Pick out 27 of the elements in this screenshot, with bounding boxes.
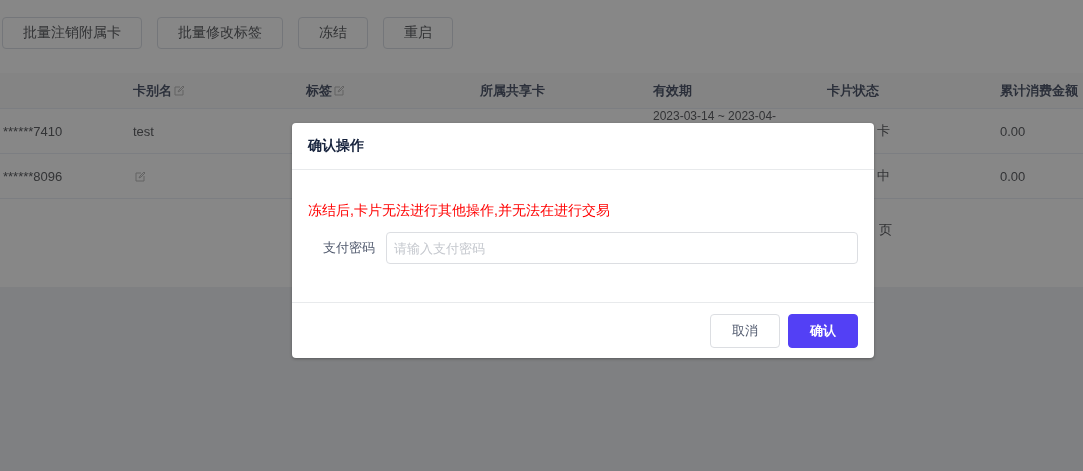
edit-icon[interactable] [334, 85, 345, 96]
warning-message: 冻结后,卡片无法进行其他操作,并无法在进行交易 [308, 202, 611, 220]
table-cell: 2023-03-14 ~ 2023-04- [653, 109, 777, 123]
field-label: 支付密码 [323, 240, 376, 255]
card-number: ******8096 [3, 168, 63, 184]
table-cell: 0.00 [1000, 168, 1026, 184]
toolbar-button[interactable]: 批量修改标签 [157, 17, 283, 49]
column-header: 卡别名 [133, 81, 172, 100]
column-header: 累计消费金额 [1000, 81, 1078, 100]
edit-icon[interactable] [135, 170, 146, 182]
pagination-text: 页 [879, 221, 892, 239]
table-cell: 0.00 [1000, 123, 1026, 139]
column-header: 卡片状态 [827, 81, 879, 100]
toolbar-button[interactable]: 冻结 [298, 17, 368, 49]
toolbar-button[interactable]: 批量注销附属卡 [2, 17, 142, 49]
card-number: ******7410 [3, 123, 63, 139]
cancel-button[interactable]: 取消 [710, 313, 780, 348]
dialog-title: 确认操作 [308, 137, 364, 155]
table-cell: test [133, 123, 154, 139]
table-cell: 中 [877, 167, 890, 185]
confirm-button[interactable]: 确认 [788, 313, 858, 348]
toolbar-button[interactable]: 重启 [383, 17, 453, 49]
column-header: 所属共享卡 [480, 81, 545, 100]
table-cell: 卡 [877, 122, 890, 140]
column-header: 标签 [306, 81, 332, 100]
column-header: 有效期 [653, 81, 692, 100]
edit-icon[interactable] [174, 85, 185, 96]
